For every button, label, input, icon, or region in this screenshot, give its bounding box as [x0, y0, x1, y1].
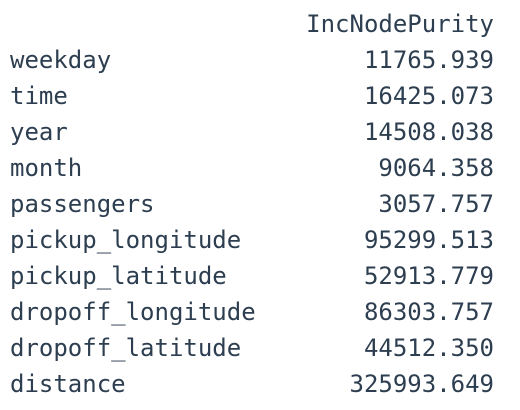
- table-row: distance 325993.649: [10, 366, 494, 402]
- row-label: weekday: [10, 46, 112, 74]
- table-row: dropoff_longitude 86303.757: [10, 294, 494, 330]
- row-label: pickup_longitude: [10, 226, 242, 254]
- table-row: month 9064.358: [10, 150, 494, 186]
- row-value: 44512.350: [363, 334, 494, 362]
- console-output: IncNodePurity weekday 11765.939 time 164…: [0, 0, 520, 410]
- table-row: time 16425.073: [10, 78, 494, 114]
- table-row: year 14508.038: [10, 114, 494, 150]
- row-value: 16425.073: [363, 82, 494, 110]
- table-row: dropoff_latitude 44512.350: [10, 330, 494, 366]
- row-label: pickup_latitude: [10, 262, 227, 290]
- row-value: 52913.779: [363, 262, 494, 290]
- row-value: 3057.757: [378, 190, 494, 218]
- row-label: passengers: [10, 190, 155, 218]
- row-label: time: [10, 82, 68, 110]
- table-row: weekday 11765.939: [10, 42, 494, 78]
- row-value: 95299.513: [363, 226, 494, 254]
- importance-table: IncNodePurity weekday 11765.939 time 164…: [10, 6, 494, 402]
- row-label: month: [10, 154, 83, 182]
- row-label: distance: [10, 370, 126, 398]
- table-row: pickup_latitude 52913.779: [10, 258, 494, 294]
- row-label: dropoff_latitude: [10, 334, 242, 362]
- row-value: 9064.358: [378, 154, 494, 182]
- row-label: year: [10, 118, 68, 146]
- row-value: 11765.939: [363, 46, 494, 74]
- column-header: IncNodePurity: [306, 10, 494, 38]
- row-value: 325993.649: [349, 370, 495, 398]
- table-row: passengers 3057.757: [10, 186, 494, 222]
- row-label: dropoff_longitude: [10, 298, 256, 326]
- row-value: 14508.038: [363, 118, 494, 146]
- table-row: pickup_longitude 95299.513: [10, 222, 494, 258]
- row-value: 86303.757: [363, 298, 494, 326]
